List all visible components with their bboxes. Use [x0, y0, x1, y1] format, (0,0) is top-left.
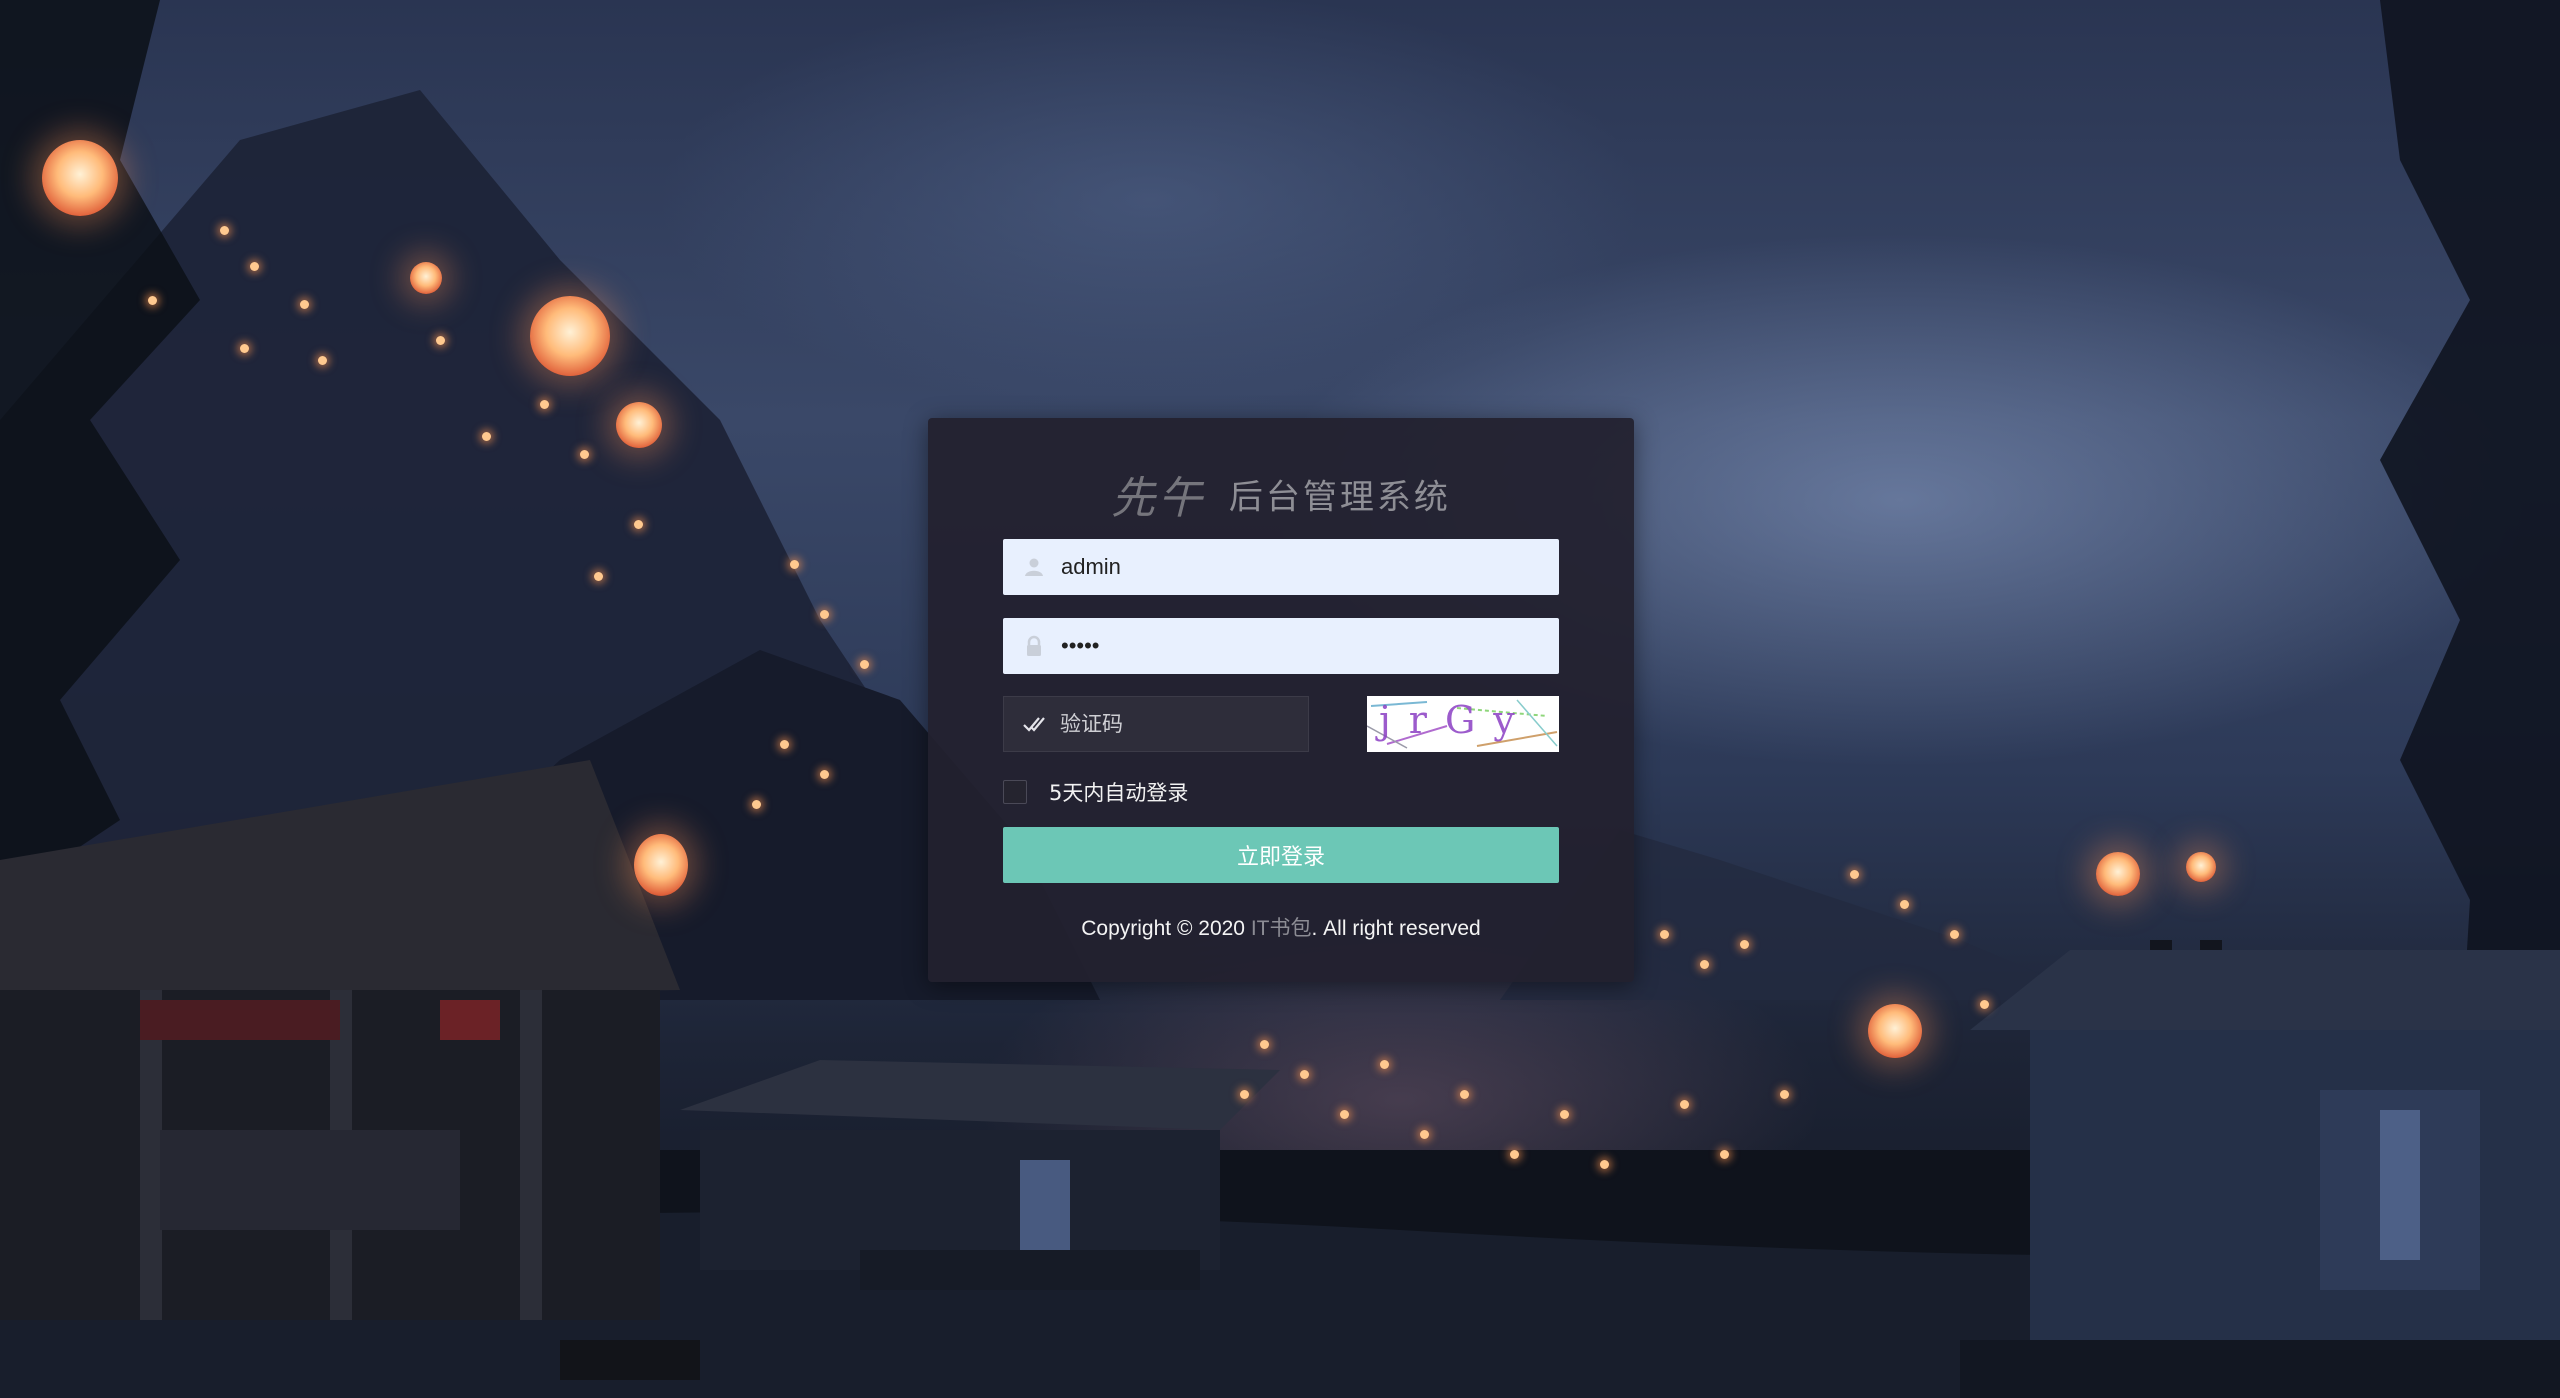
copyright-prefix: Copyright © 2020: [1081, 917, 1251, 940]
right-house: [1960, 940, 2560, 1398]
brand-header: 先午 后台管理系统: [928, 462, 1634, 526]
lantern-spark: [790, 560, 799, 569]
lantern: [634, 834, 688, 896]
lantern: [1868, 1004, 1922, 1058]
captcha-input[interactable]: [1060, 697, 1300, 751]
lantern-spark: [1660, 930, 1669, 939]
lantern-spark: [752, 800, 761, 809]
lantern-spark: [1950, 930, 1959, 939]
lantern-spark: [1900, 900, 1909, 909]
lantern-spark: [820, 770, 829, 779]
lantern-spark: [580, 450, 589, 459]
lantern: [530, 296, 610, 376]
login-button[interactable]: 立即登录: [1003, 827, 1559, 883]
copyright-suffix: . All right reserved: [1311, 917, 1481, 940]
brand-title: 后台管理系统: [1228, 477, 1451, 518]
remember-checkbox[interactable]: [1003, 780, 1027, 804]
lantern: [2186, 852, 2216, 882]
check-icon: [1022, 713, 1046, 735]
login-panel: 先午 后台管理系统 admin ••••• 验证码 jrGy 5天内自动登录 立…: [928, 418, 1634, 982]
lantern-spark: [820, 610, 829, 619]
lantern-spark: [1420, 1130, 1429, 1139]
lantern-spark: [1850, 870, 1859, 879]
lantern-spark: [1380, 1060, 1389, 1069]
captcha-field: [1003, 696, 1309, 752]
lantern-spark: [634, 520, 643, 529]
lantern-spark: [240, 344, 249, 353]
lantern-spark: [148, 296, 157, 305]
lantern-spark: [1700, 960, 1709, 969]
lantern: [410, 262, 442, 294]
lantern-spark: [318, 356, 327, 365]
middle-house: [680, 1060, 1280, 1290]
lantern-spark: [436, 336, 445, 345]
lantern-spark: [1510, 1150, 1519, 1159]
remember-label: 5天内自动登录: [1049, 781, 1189, 805]
lantern-spark: [1300, 1070, 1309, 1079]
lock-icon: [1023, 635, 1045, 657]
lantern-spark: [1780, 1090, 1789, 1099]
lantern-spark: [1260, 1040, 1269, 1049]
lantern-spark: [1720, 1150, 1729, 1159]
lantern-spark: [1460, 1090, 1469, 1099]
copyright-link[interactable]: IT书包: [1251, 917, 1312, 940]
lantern-spark: [780, 740, 789, 749]
lantern-spark: [1980, 1000, 1989, 1009]
captcha-image[interactable]: jrGy: [1367, 696, 1559, 752]
lantern-spark: [220, 226, 229, 235]
lantern-spark: [1240, 1090, 1249, 1099]
captcha-text: jrGy: [1379, 698, 1533, 742]
password-field: [1003, 618, 1559, 674]
brand-logo: 先午: [1111, 473, 1206, 524]
lantern-spark: [1340, 1110, 1349, 1119]
lantern: [2096, 852, 2140, 896]
left-house: [0, 760, 700, 1380]
lantern-spark: [482, 432, 491, 441]
lantern-spark: [540, 400, 549, 409]
username-field: [1003, 539, 1559, 595]
lantern-spark: [250, 262, 259, 271]
lantern-spark: [300, 300, 309, 309]
password-input[interactable]: [1061, 618, 1541, 674]
lantern-spark: [1680, 1100, 1689, 1109]
lantern-spark: [1560, 1110, 1569, 1119]
lantern: [616, 402, 662, 448]
copyright: Copyright © 2020 IT书包. All right reserve…: [928, 912, 1634, 942]
lantern-spark: [1600, 1160, 1609, 1169]
lantern: [42, 140, 118, 216]
lantern-spark: [860, 660, 869, 669]
username-input[interactable]: [1061, 539, 1541, 595]
user-icon: [1023, 556, 1045, 578]
lantern-spark: [594, 572, 603, 581]
lantern-spark: [1740, 940, 1749, 949]
remember-row: 5天内自动登录: [1003, 778, 1188, 806]
